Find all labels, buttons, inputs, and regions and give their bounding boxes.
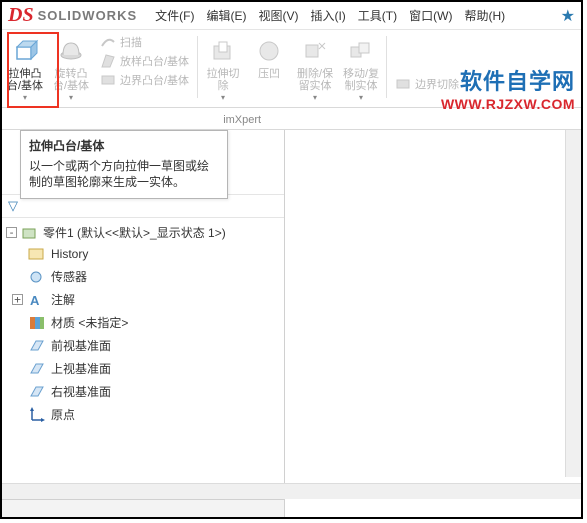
dropdown-arrow-icon: ▾ — [69, 93, 73, 102]
funnel-icon: ▽ — [8, 198, 18, 213]
boundary-cut-label: 边界切除 — [415, 76, 459, 92]
tooltip-title: 拉伸凸台/基体 — [29, 137, 219, 154]
ribbon-column-1: 扫描 放样凸台/基体 边界凸台/基体 — [94, 30, 195, 88]
menu-window[interactable]: 窗口(W) — [409, 7, 452, 24]
menu-list: 文件(F) 编辑(E) 视图(V) 插入(I) 工具(T) 窗口(W) 帮助(H… — [155, 7, 505, 24]
extrude-boss-button[interactable]: 拉伸凸 台/基体 ▾ — [2, 30, 48, 104]
app-logo: DS SOLIDWORKS — [8, 4, 137, 27]
extrude-label: 拉伸凸 台/基体 — [7, 68, 43, 92]
scrollbar-horizontal[interactable] — [2, 483, 581, 499]
tree-top-plane[interactable]: 上视基准面 — [28, 357, 280, 380]
press-label: 压凹 — [258, 68, 280, 80]
dropdown-arrow-icon: ▾ — [221, 93, 225, 102]
history-icon — [28, 246, 46, 262]
tab-strip: imXpert — [2, 108, 581, 130]
dropdown-arrow-icon: ▾ — [23, 93, 27, 102]
tree-sensor[interactable]: 传感器 — [28, 265, 280, 288]
menu-view[interactable]: 视图(V) — [258, 7, 298, 24]
tab-hidden-3[interactable] — [84, 111, 99, 129]
tree-origin-label: 原点 — [51, 406, 75, 423]
tree-history-label: History — [51, 247, 88, 261]
press-button[interactable]: 压凹 — [246, 30, 292, 82]
tab-hidden-2[interactable] — [47, 111, 62, 129]
sweep-button[interactable]: 扫描 — [100, 34, 189, 50]
tree-sensor-label: 传感器 — [51, 268, 87, 285]
logo-text: SOLIDWORKS — [38, 8, 138, 23]
plane-icon — [28, 384, 46, 400]
ribbon-column-2: 边界切除 — [389, 30, 465, 92]
dropdown-arrow-icon: ▾ — [313, 93, 317, 102]
revolve-label: 旋转凸 台/基体 — [53, 68, 89, 92]
origin-icon — [28, 407, 46, 423]
material-icon — [28, 315, 46, 331]
boundary-label: 边界凸台/基体 — [120, 72, 189, 88]
sweep-label: 扫描 — [120, 34, 142, 50]
dropdown-arrow-icon: ▾ — [359, 93, 363, 102]
menu-edit[interactable]: 编辑(E) — [206, 7, 246, 24]
delete-keep-label: 删除/保 留实体 — [297, 68, 333, 92]
tab-simxpert[interactable]: imXpert — [217, 111, 267, 129]
sweep-icon — [100, 34, 116, 50]
loft-label: 放样凸台/基体 — [120, 53, 189, 69]
loft-icon — [100, 53, 116, 69]
plane-icon — [28, 361, 46, 377]
separator — [386, 36, 387, 98]
tree-annotation[interactable]: + A 注解 — [28, 288, 280, 311]
ribbon: 拉伸凸 台/基体 ▾ 旋转凸 台/基体 ▾ 扫描 放样凸台/基体 边界凸台/基体… — [2, 30, 581, 108]
extrude-icon — [10, 36, 40, 66]
tab-hidden-1[interactable] — [10, 111, 25, 129]
logo-s-icon: DS — [8, 4, 34, 27]
boundary-cut-button[interactable]: 边界切除 — [395, 76, 459, 92]
separator — [197, 36, 198, 98]
tree-top-label: 上视基准面 — [51, 360, 111, 377]
tree-root[interactable]: - 零件1 (默认<<默认>_显示状态 1>) — [6, 222, 280, 243]
sensor-icon — [28, 269, 46, 285]
move-copy-button[interactable]: 移动/复 制实体 ▾ — [338, 30, 384, 104]
plane-icon — [28, 338, 46, 354]
move-copy-icon — [346, 36, 376, 66]
bottom-tab-area — [2, 499, 285, 517]
tooltip: 拉伸凸台/基体 以一个或两个方向拉伸一草图或绘制的草图轮廓来生成一实体。 — [20, 130, 228, 199]
tree-annotation-label: 注解 — [51, 291, 75, 308]
tooltip-body: 以一个或两个方向拉伸一草图或绘制的草图轮廓来生成一实体。 — [29, 158, 219, 190]
svg-text:A: A — [30, 293, 40, 308]
extrude-cut-label: 拉伸切 除 — [207, 68, 240, 92]
expand-icon[interactable]: + — [12, 294, 23, 305]
tree-material[interactable]: 材质 <未指定> — [28, 311, 280, 334]
tree-history[interactable]: History — [28, 243, 280, 265]
extrude-cut-icon — [208, 36, 238, 66]
tree-root-label: 零件1 (默认<<默认>_显示状态 1>) — [43, 224, 226, 241]
delete-keep-icon — [300, 36, 330, 66]
menu-help[interactable]: 帮助(H) — [464, 7, 505, 24]
collapse-icon[interactable]: - — [6, 227, 17, 238]
revolve-icon — [56, 36, 86, 66]
menu-tools[interactable]: 工具(T) — [358, 7, 397, 24]
tree-right-plane[interactable]: 右视基准面 — [28, 380, 280, 403]
tree-front-plane[interactable]: 前视基准面 — [28, 334, 280, 357]
menu-insert[interactable]: 插入(I) — [310, 7, 345, 24]
tree-origin[interactable]: 原点 — [28, 403, 280, 426]
extrude-cut-button[interactable]: 拉伸切 除 ▾ — [200, 30, 246, 104]
loft-button[interactable]: 放样凸台/基体 — [100, 53, 189, 69]
boundary-cut-icon — [395, 76, 411, 92]
press-icon — [254, 36, 284, 66]
feature-tree: - 零件1 (默认<<默认>_显示状态 1>) History 传感器 + — [2, 218, 284, 426]
part-icon — [21, 225, 39, 241]
menu-file[interactable]: 文件(F) — [155, 7, 194, 24]
boundary-icon — [100, 72, 116, 88]
move-copy-label: 移动/复 制实体 — [343, 68, 379, 92]
scrollbar-vertical[interactable] — [565, 130, 581, 477]
tree-front-label: 前视基准面 — [51, 337, 111, 354]
tree-right-label: 右视基准面 — [51, 383, 111, 400]
menu-bar: DS SOLIDWORKS 文件(F) 编辑(E) 视图(V) 插入(I) 工具… — [2, 2, 581, 30]
star-icon[interactable]: ★ — [561, 6, 575, 26]
tree-material-label: 材质 <未指定> — [51, 314, 128, 331]
annotation-icon: A — [28, 292, 46, 308]
delete-keep-button[interactable]: 删除/保 留实体 ▾ — [292, 30, 338, 104]
boundary-button[interactable]: 边界凸台/基体 — [100, 72, 189, 88]
revolve-boss-button[interactable]: 旋转凸 台/基体 ▾ — [48, 30, 94, 104]
